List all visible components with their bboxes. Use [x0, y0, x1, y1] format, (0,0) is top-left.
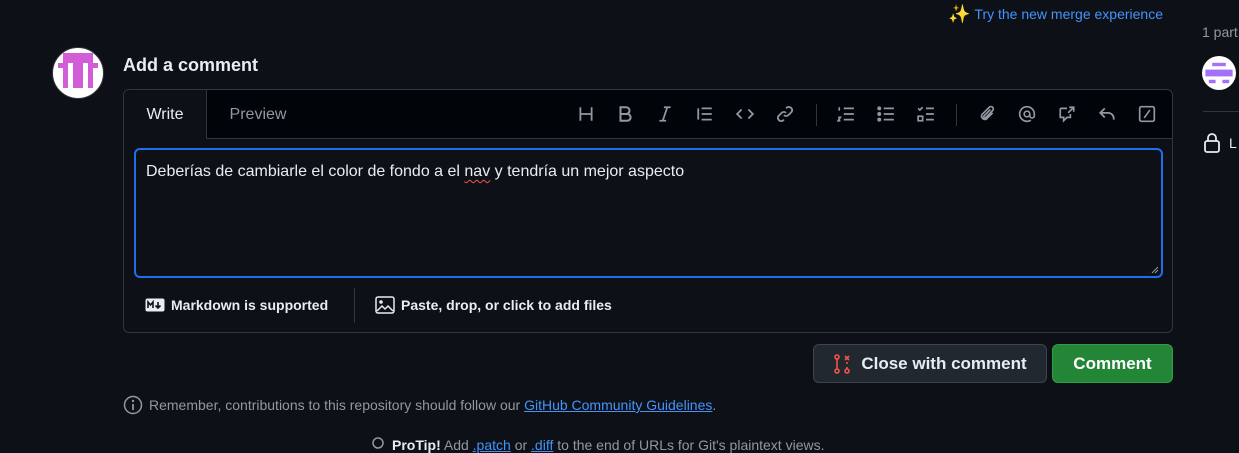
footer-divider — [354, 288, 355, 323]
link-icon[interactable] — [773, 102, 797, 126]
sidebar-divider — [1203, 111, 1239, 112]
italic-icon[interactable] — [653, 102, 677, 126]
bold-icon[interactable] — [613, 102, 637, 126]
issue-closed-icon — [834, 353, 851, 374]
participants-label: 1 part — [1202, 24, 1238, 40]
protip-text: Add — [440, 437, 473, 453]
merge-link-label: Try the new merge experience — [974, 6, 1163, 22]
lock-icon — [1204, 133, 1220, 153]
participant-avatar[interactable] — [1202, 56, 1236, 90]
try-merge-experience-link[interactable]: ✨ Try the new merge experience — [948, 5, 1163, 23]
unordered-list-icon[interactable] — [874, 102, 898, 126]
comment-text-misspelled: nav — [464, 163, 491, 180]
slash-commands-icon[interactable] — [1135, 102, 1159, 126]
close-with-comment-button[interactable]: Close with comment — [813, 344, 1047, 383]
guidelines-note: Remember, contributions to this reposito… — [123, 395, 716, 415]
task-list-icon[interactable] — [914, 102, 938, 126]
add-files-button[interactable]: Paste, drop, or click to add files — [375, 287, 612, 323]
diff-link[interactable]: .diff — [531, 437, 553, 453]
editor-tabbar: Write Preview — [124, 90, 1172, 139]
avatar[interactable] — [52, 47, 104, 99]
tab-preview[interactable]: Preview — [208, 90, 308, 139]
protip: ProTip! Add .patch or .diff to the end o… — [370, 437, 825, 453]
community-guidelines-link[interactable]: GitHub Community Guidelines — [524, 397, 712, 413]
light-bulb-icon — [372, 437, 384, 449]
code-icon[interactable] — [733, 102, 757, 126]
participant-identicon — [1205, 62, 1233, 84]
quote-icon[interactable] — [693, 102, 717, 126]
cross-reference-icon[interactable] — [1055, 102, 1079, 126]
comment-textarea[interactable]: Deberías de cambiarle el color de fondo … — [134, 148, 1163, 278]
toolbar-divider — [816, 104, 817, 126]
info-icon — [123, 395, 143, 415]
toolbar-divider — [956, 104, 957, 126]
reply-icon[interactable] — [1095, 102, 1119, 126]
markdown-label: Markdown is supported — [171, 297, 329, 313]
protip-or: or — [510, 437, 532, 453]
sparkles-icon: ✨ — [948, 4, 971, 24]
lock-label: L — [1229, 135, 1237, 151]
protip-tail: to the end of URLs for Git's plaintext v… — [553, 437, 825, 453]
comment-text-before: Deberías de cambiarle el color de fondo … — [146, 163, 465, 180]
markdown-icon — [145, 298, 165, 312]
protip-label: ProTip! — [392, 437, 441, 453]
numbered-list-icon[interactable] — [834, 102, 858, 126]
tab-write[interactable]: Write — [124, 90, 207, 139]
comment-button[interactable]: Comment — [1052, 344, 1173, 383]
guidelines-text: Remember, contributions to this reposito… — [149, 397, 525, 413]
heading-icon[interactable] — [574, 102, 598, 126]
patch-link[interactable]: .patch — [473, 437, 511, 453]
add-files-label: Paste, drop, or click to add files — [401, 297, 612, 313]
mention-icon[interactable] — [1015, 102, 1039, 126]
comment-editor: Write Preview Deberías de cambiarle el c… — [123, 89, 1173, 333]
markdown-supported-link[interactable]: Markdown is supported — [145, 287, 328, 323]
add-comment-heading: Add a comment — [123, 55, 259, 75]
close-with-comment-label: Close with comment — [861, 353, 1027, 373]
comment-text-after: y tendría un mejor aspecto — [490, 163, 685, 180]
identicon — [58, 53, 98, 88]
lock-conversation[interactable]: L — [1203, 133, 1237, 153]
resize-handle[interactable] — [1151, 266, 1159, 274]
attach-icon[interactable] — [975, 102, 999, 126]
guidelines-period: . — [712, 397, 717, 413]
image-icon — [375, 296, 395, 314]
